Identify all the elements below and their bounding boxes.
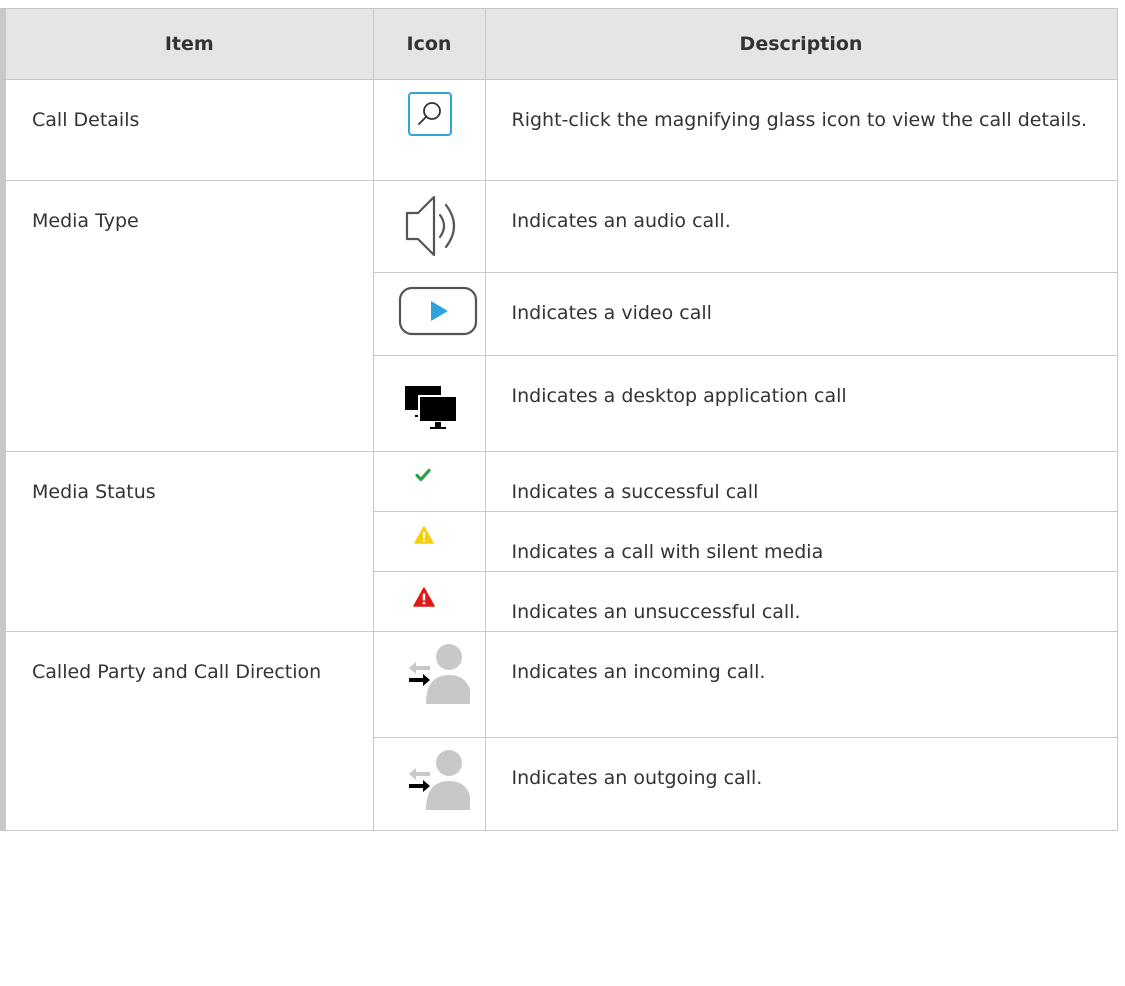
speaker-audio-icon (374, 181, 515, 261)
checkmark-icon (374, 452, 526, 482)
description-cell: Indicates a successful call (484, 451, 1118, 512)
item-cell: Media Type (0, 180, 374, 452)
description-cell: Right-click the magnifying glass icon to… (484, 79, 1118, 181)
description-cell: Indicates a call with silent media (484, 511, 1118, 572)
description-cell: Indicates an outgoing call. (484, 737, 1118, 831)
column-header-item: Item (0, 8, 374, 80)
description-cell: Indicates a desktop application call (484, 355, 1118, 452)
table-row: Call Details Right-click the magnifying … (0, 79, 1118, 181)
video-play-icon (374, 273, 509, 336)
table-row: Media Type Indicates an audio call. (0, 180, 1118, 452)
column-header-description: Description (484, 8, 1118, 80)
desktop-monitors-icon (374, 356, 514, 432)
item-cell: Called Party and Call Direction (0, 631, 374, 831)
icon-reference-table: Item Icon Description Call Details Right… (0, 8, 1118, 831)
outgoing-call-person-icon (374, 738, 519, 812)
warning-red-icon (374, 572, 524, 607)
item-cell: Media Status (0, 451, 374, 632)
description-cell: Indicates a video call (484, 272, 1118, 356)
description-cell: Indicates an incoming call. (484, 631, 1118, 738)
item-cell: Call Details (0, 79, 374, 181)
description-cell: Indicates an audio call. (484, 180, 1118, 273)
magnifying-glass-icon[interactable] (374, 80, 519, 136)
column-header-icon: Icon (372, 8, 486, 80)
description-cell: Indicates an unsuccessful call. (484, 571, 1118, 632)
table-row: Called Party and Call Direction Indicate… (0, 631, 1118, 831)
incoming-call-person-icon (374, 632, 519, 706)
table-header-row: Item Icon Description (0, 8, 1118, 80)
document-page: Item Icon Description Call Details Right… (0, 0, 1125, 986)
warning-yellow-icon (374, 512, 525, 544)
table-row: Media Status Indicates a successful call (0, 451, 1118, 632)
